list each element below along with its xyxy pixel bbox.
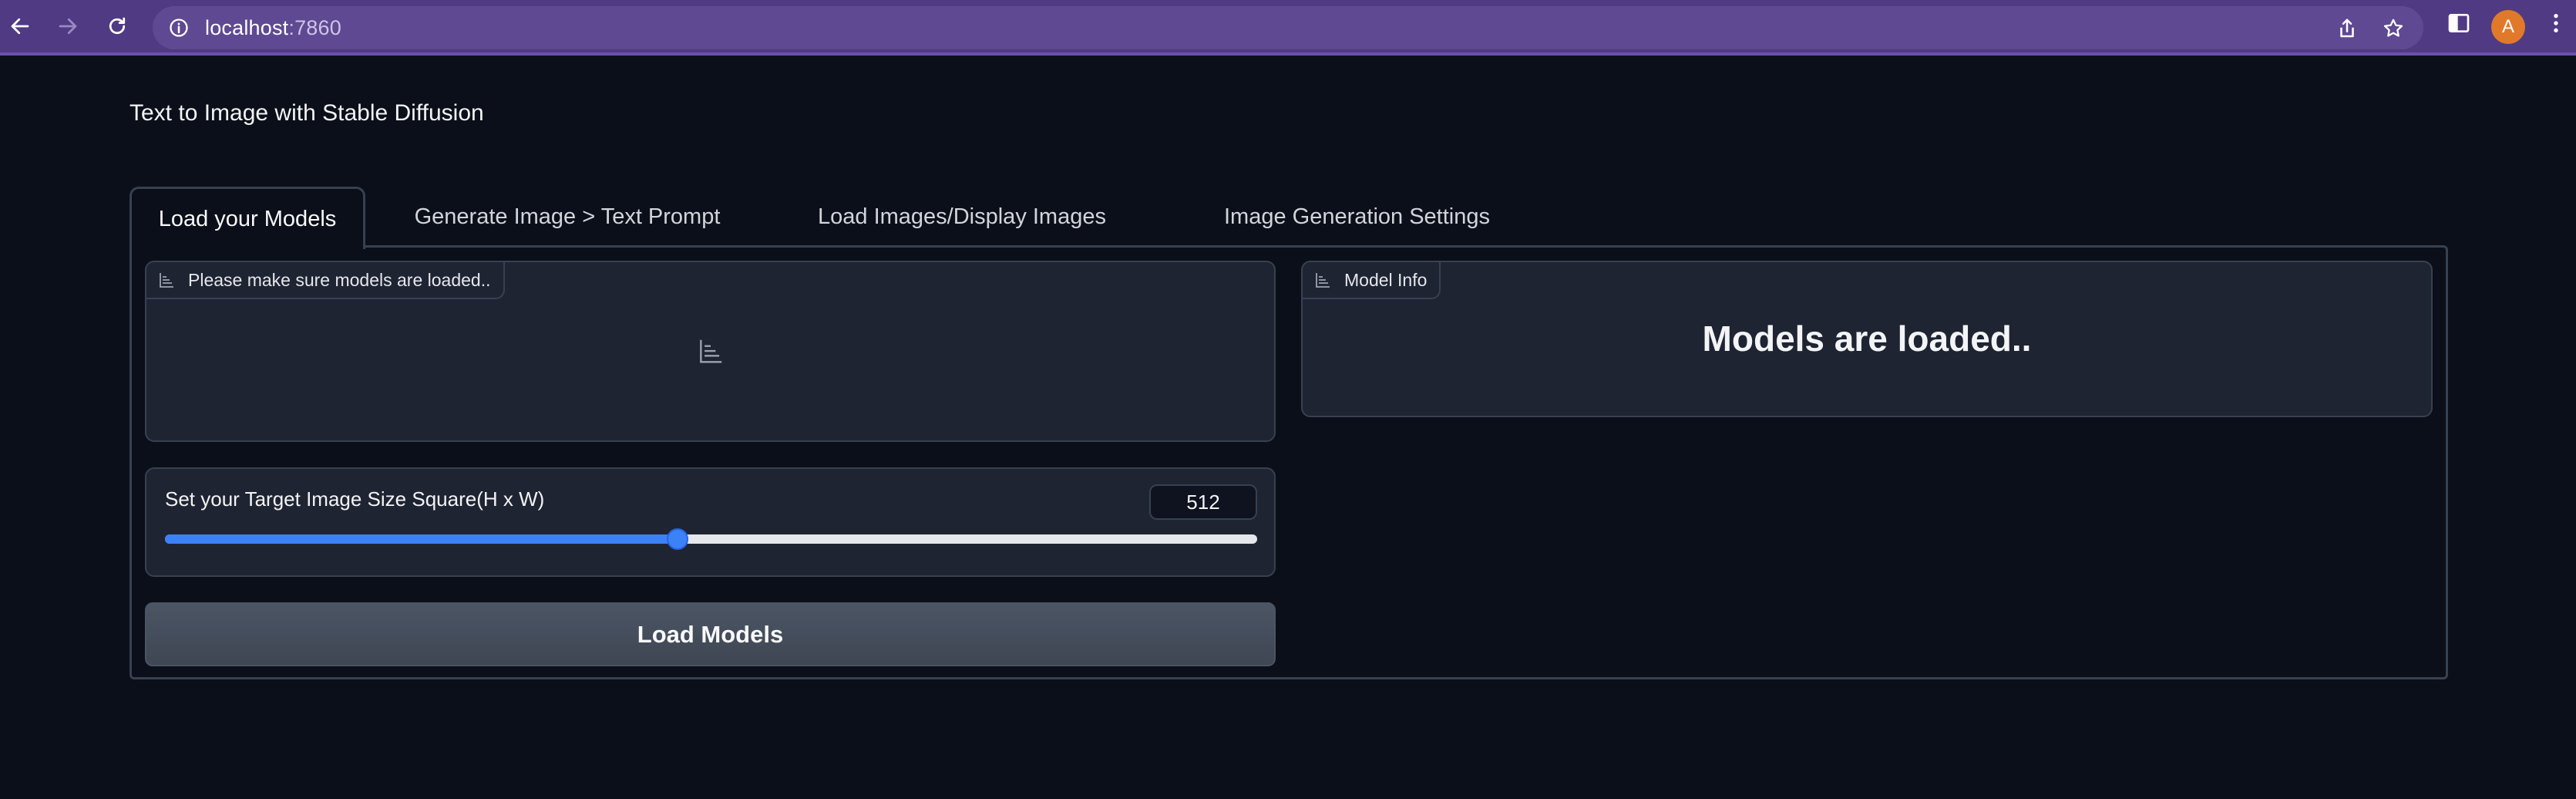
tab-generate-image[interactable]: Generate Image > Text Prompt [375, 187, 760, 247]
url-text[interactable]: localhost:7860 [205, 16, 341, 40]
status-label-text: Please make sure models are loaded.. [188, 269, 491, 290]
bookmark-star-icon[interactable] [2382, 17, 2405, 40]
image-size-slider-block: Set your Target Image Size Square(H x W) [145, 467, 1276, 577]
side-panel-icon[interactable] [2447, 11, 2471, 35]
model-info-block: Model Info Models are loaded.. [1301, 261, 2433, 417]
models-loaded-message: Models are loaded.. [1702, 319, 2032, 359]
reload-icon [109, 17, 126, 35]
chart-icon [1316, 273, 1330, 288]
info-icon[interactable] [168, 17, 190, 39]
tab-load-display-images[interactable]: Load Images/Display Images [762, 187, 1162, 247]
status-block-label: Please make sure models are loaded.. [146, 262, 505, 299]
image-size-number-input[interactable] [1149, 484, 1257, 520]
more-vertical-icon[interactable] [2544, 11, 2568, 35]
load-models-button[interactable]: Load Models [145, 602, 1276, 666]
reload-button[interactable] [100, 9, 134, 43]
image-size-slider-track[interactable] [165, 534, 1257, 544]
arrow-right-icon [59, 18, 77, 35]
address-bar[interactable]: localhost:7860 [153, 6, 2423, 49]
empty-output-icon [700, 339, 722, 363]
slider-fill [165, 534, 678, 544]
profile-avatar[interactable]: A [2491, 10, 2525, 44]
tab-bar: Load your Models Generate Image > Text P… [129, 187, 2448, 249]
status-block: Please make sure models are loaded.. [145, 261, 1276, 442]
model-info-label-text: Model Info [1344, 269, 1428, 290]
page-title: Text to Image with Stable Diffusion [129, 100, 484, 126]
slider-label: Set your Target Image Size Square(H x W) [165, 487, 545, 511]
back-button[interactable] [3, 9, 37, 43]
share-icon[interactable] [2336, 17, 2359, 40]
forward-button[interactable] [51, 9, 85, 43]
arrow-left-icon [11, 18, 29, 35]
tab-image-generation-settings[interactable]: Image Generation Settings [1162, 187, 1552, 247]
browser-toolbar: localhost:7860 A [0, 0, 2576, 56]
chart-icon [160, 273, 173, 288]
model-info-label: Model Info [1303, 262, 1441, 299]
slider-thumb[interactable] [666, 528, 688, 550]
tab-load-your-models[interactable]: Load your Models [129, 187, 365, 249]
